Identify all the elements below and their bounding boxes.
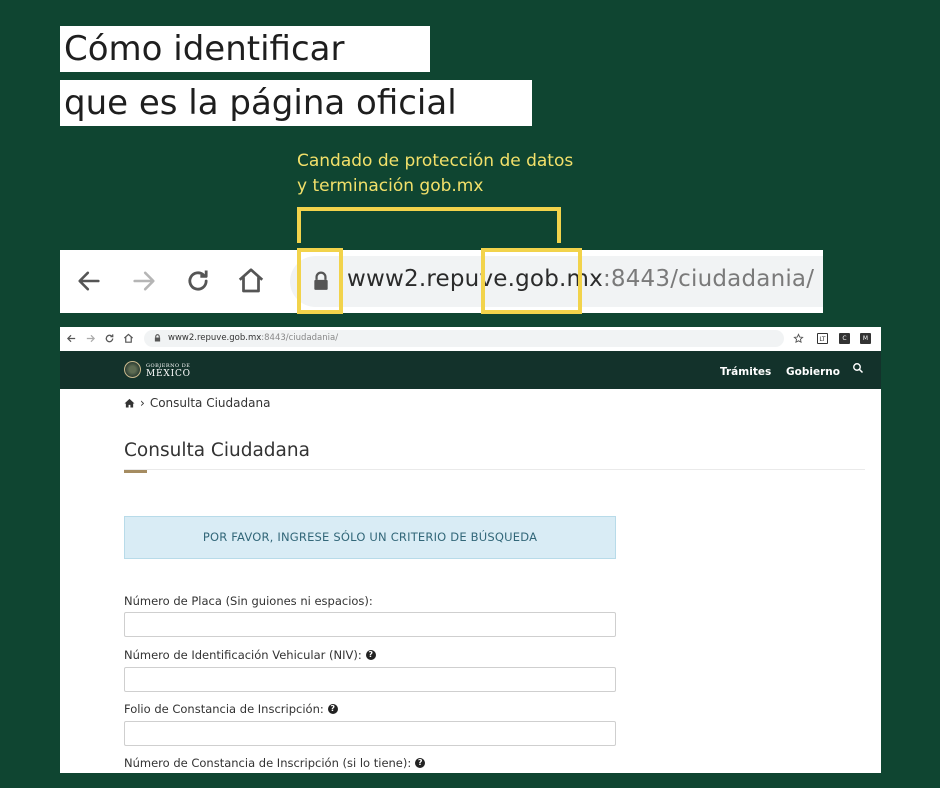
gobierno-logo[interactable]: GOBIERNO DE MÉXICO	[124, 361, 191, 378]
back-arrow-icon[interactable]	[72, 264, 106, 298]
site-screenshot: www2.repuve.gob.mx:8443/ciudadania/ LT C…	[60, 327, 881, 773]
breadcrumb-current: Consulta Ciudadana	[149, 396, 271, 410]
back-arrow-icon[interactable]	[64, 331, 78, 345]
placa-input[interactable]	[124, 612, 616, 637]
folio-input[interactable]	[124, 721, 616, 746]
reload-icon[interactable]	[181, 264, 215, 298]
home-icon[interactable]	[121, 331, 135, 345]
page-title: Consulta Ciudadana	[124, 440, 310, 461]
national-seal-icon	[124, 361, 141, 378]
menu-tramites[interactable]: Trámites	[720, 366, 771, 378]
small-url[interactable]: www2.repuve.gob.mx:8443/ciudadania/	[168, 333, 338, 343]
url-path: :8443/ciudadania/	[261, 333, 339, 343]
url-path: :8443/ciudadania/	[602, 266, 815, 292]
field-label-constancia: Número de Constancia de Inscripción (si …	[124, 756, 426, 770]
field-label-folio: Folio de Constancia de Inscripción:?	[124, 702, 338, 716]
breadcrumb-separator: ›	[140, 396, 145, 410]
callout-text: Candado de protección de datos y termina…	[297, 151, 574, 196]
lock-highlight-box	[297, 248, 343, 314]
browser-toolbar: www2.repuve.gob.mx:8443/ciudadania/ LT C…	[60, 327, 881, 352]
title-line-2: que es la página oficial	[60, 80, 532, 126]
help-icon[interactable]: ?	[415, 758, 426, 768]
label-text: Folio de Constancia de Inscripción:	[124, 702, 324, 716]
url-domain: www2.repuve.gob.mx	[168, 333, 262, 343]
field-label-niv: Número de Identificación Vehicular (NIV)…	[124, 648, 376, 662]
label-text: Número de Identificación Vehicular (NIV)…	[124, 648, 362, 662]
info-alert: POR FAVOR, INGRESE SÓLO UN CRITERIO DE B…	[124, 516, 616, 559]
home-icon[interactable]	[124, 398, 135, 408]
star-bookmark-icon[interactable]	[791, 331, 805, 345]
menu-gobierno[interactable]: Gobierno	[786, 366, 840, 378]
search-icon[interactable]	[852, 362, 864, 377]
title-line-1: Cómo identificar	[60, 26, 430, 72]
forward-arrow-icon[interactable]	[83, 331, 97, 345]
breadcrumb: › Consulta Ciudadana	[124, 396, 270, 410]
help-icon[interactable]: ?	[365, 650, 376, 660]
help-icon[interactable]: ?	[327, 704, 338, 714]
home-icon[interactable]	[234, 264, 268, 298]
label-text: Número de Constancia de Inscripción (si …	[124, 756, 412, 770]
niv-input[interactable]	[124, 667, 616, 692]
title-accent-bar	[124, 470, 147, 473]
zoomed-address-bar: www2.repuve.gob.mx:8443/ciudadania/	[60, 250, 823, 313]
extension-c-icon[interactable]: C	[839, 333, 850, 344]
field-label-placa: Número de Placa (Sin guiones ni espacios…	[124, 594, 373, 608]
extension-m-icon[interactable]: M	[860, 333, 871, 344]
domain-highlight-box	[481, 248, 582, 314]
forward-arrow-icon[interactable]	[127, 264, 161, 298]
gob-mx-header: GOBIERNO DE MÉXICO Trámites Gobierno	[60, 351, 881, 389]
reload-icon[interactable]	[102, 331, 116, 345]
label-text: Número de Placa (Sin guiones ni espacios…	[124, 594, 373, 608]
extension-lt-icon[interactable]: LT	[817, 333, 828, 344]
callout-bracket	[297, 207, 561, 243]
title-divider	[124, 469, 865, 470]
logo-main-text: MÉXICO	[146, 368, 191, 379]
lock-icon	[150, 331, 164, 345]
